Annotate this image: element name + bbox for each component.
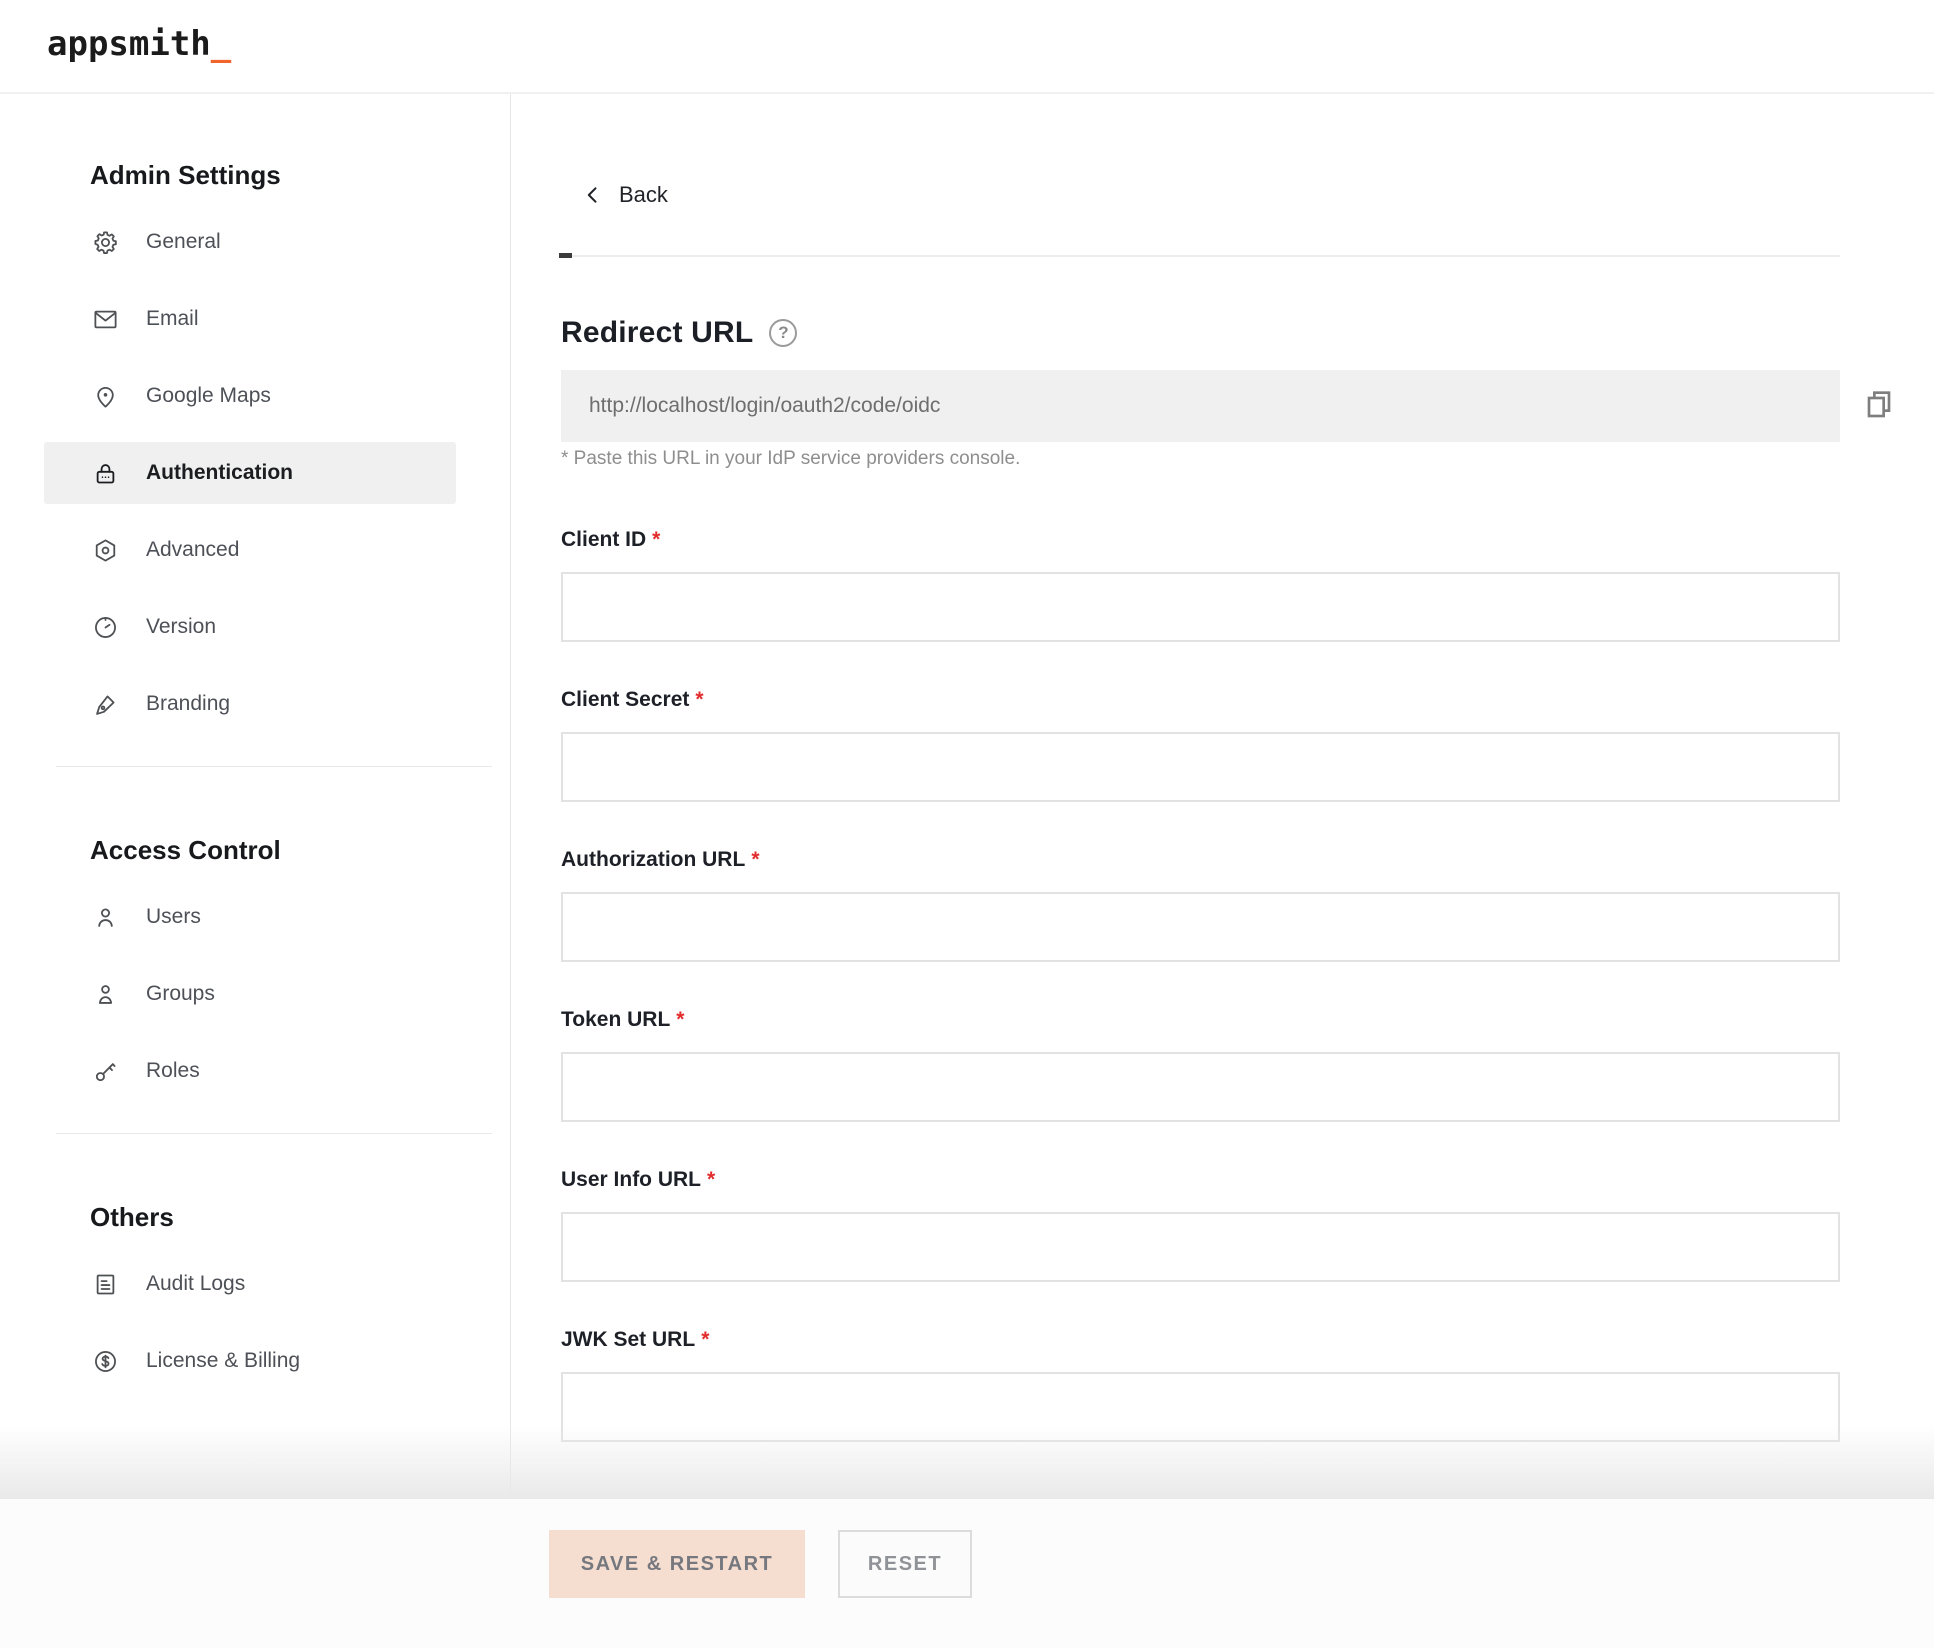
list-icon xyxy=(92,1271,119,1298)
chevron-left-icon xyxy=(583,185,603,205)
sidebar-item-label: Authentication xyxy=(146,461,293,485)
sidebar-item-audit-logs[interactable]: Audit Logs xyxy=(44,1253,456,1315)
mail-icon xyxy=(92,306,119,333)
field-label: Client Secret xyxy=(561,688,689,711)
field-label: User Info URL xyxy=(561,1168,701,1191)
copy-icon[interactable] xyxy=(1862,388,1896,422)
sidebar-item-label: Google Maps xyxy=(146,384,271,408)
authorization-url-input[interactable] xyxy=(561,892,1840,962)
sidebar-item-version[interactable]: Version xyxy=(44,596,456,658)
sidebar-item-label: Audit Logs xyxy=(146,1272,245,1296)
sidebar-item-label: Email xyxy=(146,307,199,331)
required-marker: * xyxy=(652,528,660,551)
required-marker: * xyxy=(695,688,703,711)
client-id-input[interactable] xyxy=(561,572,1840,642)
field-group-token-url: Token URL * xyxy=(561,1008,1840,1122)
sidebar-item-groups[interactable]: Groups xyxy=(44,963,456,1025)
gear-icon xyxy=(92,229,119,256)
sidebar-heading-access-control: Access Control xyxy=(90,835,510,866)
sidebar-item-branding[interactable]: Branding xyxy=(44,673,456,735)
footer-action-bar: SAVE & RESTART RESET xyxy=(0,1499,1934,1648)
clock-icon xyxy=(92,614,119,641)
sidebar-item-email[interactable]: Email xyxy=(44,288,456,350)
help-icon[interactable]: ? xyxy=(769,319,797,347)
token-url-input[interactable] xyxy=(561,1052,1840,1122)
appsmith-logo[interactable]: appsmith_ xyxy=(47,24,231,64)
sidebar-item-label: License & Billing xyxy=(146,1349,300,1373)
sidebar-item-label: Version xyxy=(146,615,216,639)
sidebar-item-advanced[interactable]: Advanced xyxy=(44,519,456,581)
reset-button[interactable]: RESET xyxy=(838,1530,972,1598)
field-label: Token URL xyxy=(561,1008,670,1031)
section-divider xyxy=(561,255,1840,257)
sidebar-item-google-maps[interactable]: Google Maps xyxy=(44,365,456,427)
hexagon-icon xyxy=(92,537,119,564)
user-info-url-input[interactable] xyxy=(561,1212,1840,1282)
sidebar-item-general[interactable]: General xyxy=(44,211,456,273)
field-group-jwk-set-url: JWK Set URL * xyxy=(561,1328,1840,1442)
lock-icon xyxy=(92,460,119,487)
required-marker: * xyxy=(707,1168,715,1191)
sidebar-item-authentication[interactable]: Authentication xyxy=(44,442,456,504)
redirect-url-field[interactable] xyxy=(561,370,1840,442)
field-group-authorization-url: Authorization URL * xyxy=(561,848,1840,962)
back-label: Back xyxy=(619,182,668,208)
user-icon xyxy=(92,904,119,931)
field-label: JWK Set URL xyxy=(561,1328,695,1351)
pen-icon xyxy=(92,691,119,718)
save-and-restart-button[interactable]: SAVE & RESTART xyxy=(549,1530,805,1598)
client-secret-input[interactable] xyxy=(561,732,1840,802)
sidebar-item-label: Users xyxy=(146,905,201,929)
group-icon xyxy=(92,981,119,1008)
top-header-bar: appsmith_ xyxy=(0,0,1934,94)
settings-sidebar: Admin Settings General Email Google Maps… xyxy=(0,94,511,1499)
sidebar-item-label: Roles xyxy=(146,1059,200,1083)
required-marker: * xyxy=(701,1328,709,1351)
field-group-user-info-url: User Info URL * xyxy=(561,1168,1840,1282)
field-label: Client ID xyxy=(561,528,646,551)
field-label: Authorization URL xyxy=(561,848,745,871)
page-title: Redirect URL xyxy=(561,316,753,350)
tab-indicator-dash xyxy=(559,253,572,258)
logo-text: appsmith xyxy=(47,24,211,64)
dollar-icon xyxy=(92,1348,119,1375)
back-button[interactable]: Back xyxy=(583,182,668,208)
sidebar-item-roles[interactable]: Roles xyxy=(44,1040,456,1102)
sidebar-heading-admin-settings: Admin Settings xyxy=(90,94,510,191)
sidebar-item-label: Branding xyxy=(146,692,230,716)
admin-settings-page: appsmith_ Admin Settings General Email G… xyxy=(0,0,1934,1648)
required-marker: * xyxy=(676,1008,684,1031)
redirect-url-hint: * Paste this URL in your IdP service pro… xyxy=(561,448,1020,470)
map-pin-icon xyxy=(92,383,119,410)
sidebar-item-label: General xyxy=(146,230,221,254)
field-group-client-id: Client ID * xyxy=(561,528,1840,642)
sidebar-item-users[interactable]: Users xyxy=(44,886,456,948)
required-marker: * xyxy=(751,848,759,871)
sidebar-item-label: Groups xyxy=(146,982,215,1006)
logo-cursor: _ xyxy=(211,24,231,64)
sidebar-item-license-billing[interactable]: License & Billing xyxy=(44,1330,456,1392)
sidebar-heading-others: Others xyxy=(90,1202,510,1233)
key-icon xyxy=(92,1058,119,1085)
sidebar-item-label: Advanced xyxy=(146,538,239,562)
jwk-set-url-input[interactable] xyxy=(561,1372,1840,1442)
field-group-client-secret: Client Secret * xyxy=(561,688,1840,802)
